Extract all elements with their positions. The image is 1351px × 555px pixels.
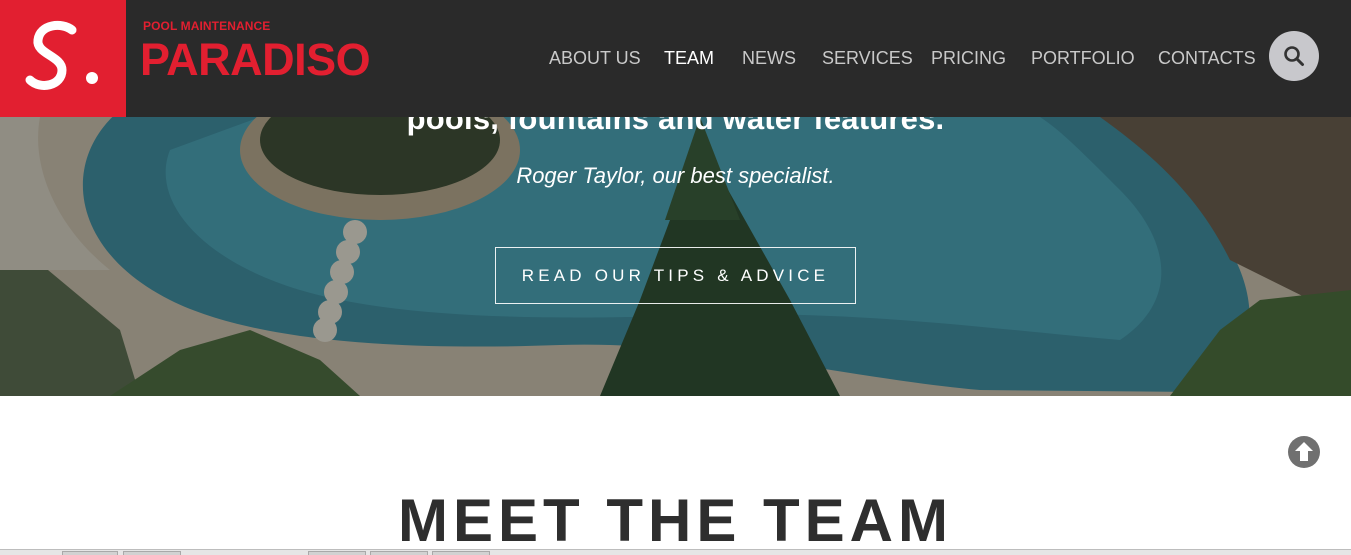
search-icon — [1284, 46, 1304, 66]
strip-tab — [123, 551, 181, 555]
bottom-strip — [0, 549, 1351, 555]
back-to-top-button[interactable] — [1288, 436, 1320, 468]
nav-item-services[interactable]: SERVICES — [822, 47, 913, 69]
logo-s-icon — [25, 20, 98, 90]
nav-item-pricing[interactable]: PRICING — [931, 47, 1006, 69]
site-header: POOL MAINTENANCE PARADISO ABOUT US TEAM … — [0, 0, 1351, 117]
nav-item-news[interactable]: NEWS — [742, 47, 796, 69]
read-tips-button[interactable]: READ OUR TIPS & ADVICE — [495, 247, 856, 304]
nav-item-portfolio[interactable]: PORTFOLIO — [1031, 47, 1135, 69]
brand-name[interactable]: PARADISO — [140, 36, 371, 84]
nav-item-about-us[interactable]: ABOUT US — [549, 47, 641, 69]
brand-kicker: POOL MAINTENANCE — [143, 19, 271, 33]
arrow-up-circle-icon — [1288, 436, 1320, 468]
nav-item-team[interactable]: TEAM — [664, 47, 714, 69]
strip-tab — [308, 551, 366, 555]
section-title: MEET THE TEAM — [398, 487, 953, 554]
search-button[interactable] — [1269, 31, 1319, 81]
hero-author: Roger Taylor, our best specialist. — [516, 163, 835, 188]
strip-tab — [62, 551, 118, 555]
logo-mark[interactable] — [0, 0, 126, 117]
strip-tab — [432, 551, 490, 555]
nav-item-contacts[interactable]: CONTACTS — [1158, 47, 1256, 69]
strip-tab — [370, 551, 428, 555]
